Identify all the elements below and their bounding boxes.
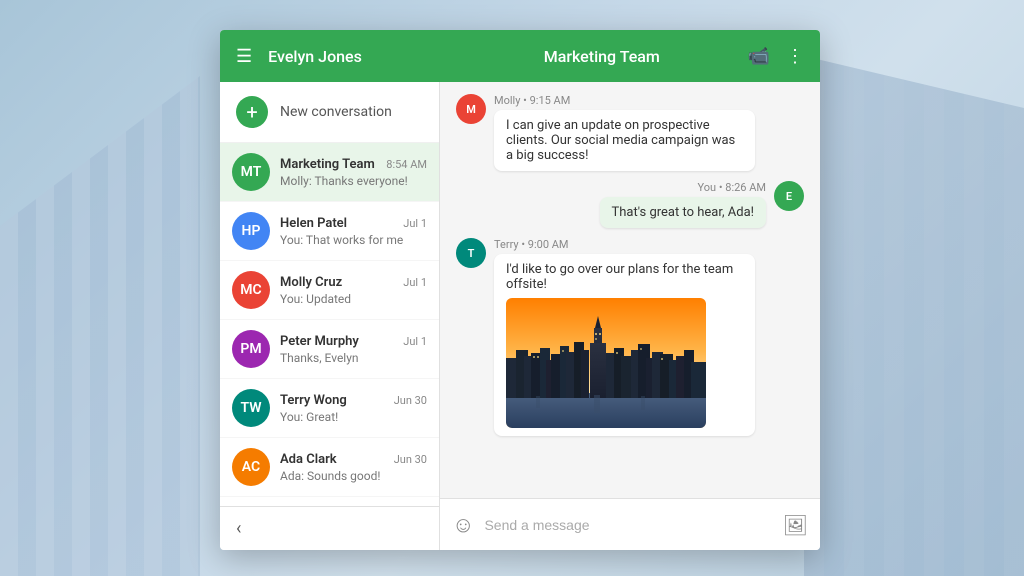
conv-name: Terry Wong [280,393,347,408]
conv-avatar-marketing-team: MT [232,153,270,191]
sidebar-back-button[interactable]: ‹ [220,506,439,550]
new-conv-plus-icon: + [236,96,268,128]
app-window: ☰ Evelyn Jones Marketing Team 📹 ⋮ + New … [220,30,820,550]
conv-item-helen-patel[interactable]: HP Helen Patel Jul 1 You: That works for… [220,202,439,261]
conv-time: 8:54 AM [386,158,427,171]
conv-time: Jul 1 [403,335,427,348]
new-conversation-button[interactable]: + New conversation [220,82,439,143]
msg-bubble-1: I can give an update on prospective clie… [494,110,755,171]
conv-time: Jul 1 [403,276,427,289]
app-header: ☰ Evelyn Jones Marketing Team 📹 ⋮ [220,30,820,82]
conv-item-molly-cruz[interactable]: MC Molly Cruz Jul 1 You: Updated [220,261,439,320]
conv-preview: You: Updated [280,292,427,306]
image-attach-button[interactable]: 🖼 [783,513,808,537]
msg-avatar-you: E [774,181,804,211]
conv-info-peter-murphy: Peter Murphy Jul 1 Thanks, Evelyn [280,334,427,365]
header-right: 📹 ⋮ [748,46,804,67]
msg-sender-time-3: Terry • 9:00 AM [494,238,755,251]
conv-name: Marketing Team [280,157,375,172]
conv-info-ada-clark: Ada Clark Jun 30 Ada: Sounds good! [280,452,427,483]
conv-name: Helen Patel [280,216,347,231]
chat-area: M Molly • 9:15 AM I can give an update o… [440,82,820,550]
msg-avatar-terry: T [456,238,486,268]
conv-preview: Ada: Sounds good! [280,469,427,483]
conv-avatar-ada-clark: AC [232,448,270,486]
conv-item-marketing-team[interactable]: MT Marketing Team 8:54 AM Molly: Thanks … [220,143,439,202]
nyc-skyline-svg [506,298,706,428]
msg-content-2: You • 8:26 AM That's great to hear, Ada! [600,181,767,228]
conv-item-ada-clark[interactable]: AC Ada Clark Jun 30 Ada: Sounds good! [220,438,439,497]
conv-avatar-peter-murphy: PM [232,330,270,368]
conv-preview: You: Great! [280,410,427,424]
emoji-button[interactable]: ☺ [452,512,474,538]
msg-sender-time-2: You • 8:26 AM [600,181,767,194]
back-arrow-icon: ‹ [236,518,241,539]
msg-image-nyc [506,298,706,428]
messages-list: M Molly • 9:15 AM I can give an update o… [440,82,820,498]
conv-time: Jul 1 [403,217,427,230]
conv-info-terry-wong: Terry Wong Jun 30 You: Great! [280,393,427,424]
chat-input-bar: ☺ 🖼 [440,498,820,550]
msg-bubble-2: That's great to hear, Ada! [600,197,767,228]
msg-content-1: Molly • 9:15 AM I can give an update on … [494,94,755,171]
conv-name: Ada Clark [280,452,337,467]
msg-avatar-molly: M [456,94,486,124]
more-options-icon[interactable]: ⋮ [786,46,804,67]
conv-avatar-helen-patel: HP [232,212,270,250]
conv-item-terry-wong[interactable]: TW Terry Wong Jun 30 You: Great! [220,379,439,438]
conv-preview: Thanks, Evelyn [280,351,427,365]
new-conv-label: New conversation [280,104,392,120]
conv-name: Peter Murphy [280,334,359,349]
msg-sender-time-1: Molly • 9:15 AM [494,94,755,107]
sidebar: + New conversation MT Marketing Team 8:5… [220,82,440,550]
conv-avatar-terry-wong: TW [232,389,270,427]
msg-content-3: Terry • 9:00 AM I'd like to go over our … [494,238,755,436]
conv-preview: Molly: Thanks everyone! [280,174,427,188]
conv-info-marketing-team: Marketing Team 8:54 AM Molly: Thanks eve… [280,157,427,188]
message-row-3: T Terry • 9:00 AM I'd like to go over ou… [456,238,804,436]
conv-item-peter-murphy[interactable]: PM Peter Murphy Jul 1 Thanks, Evelyn [220,320,439,379]
conv-time: Jun 30 [394,453,427,466]
conv-name: Molly Cruz [280,275,342,290]
message-input[interactable] [484,517,772,533]
header-left: ☰ Evelyn Jones [236,46,456,67]
conv-item-gary-anderson[interactable]: GA Gary Anderson Jun 30 You: Great! [220,497,439,506]
app-body: + New conversation MT Marketing Team 8:5… [220,82,820,550]
conversation-list: MT Marketing Team 8:54 AM Molly: Thanks … [220,143,439,506]
conv-preview: You: That works for me [280,233,427,247]
header-center: Marketing Team [456,47,748,66]
msg-bubble-3: I'd like to go over our plans for the te… [494,254,755,436]
conv-info-helen-patel: Helen Patel Jul 1 You: That works for me [280,216,427,247]
conv-time: Jun 30 [394,394,427,407]
menu-icon[interactable]: ☰ [236,46,252,67]
message-row-2: E You • 8:26 AM That's great to hear, Ad… [456,181,804,228]
message-row-1: M Molly • 9:15 AM I can give an update o… [456,94,804,171]
conv-info-molly-cruz: Molly Cruz Jul 1 You: Updated [280,275,427,306]
header-user-name: Evelyn Jones [268,47,362,66]
header-chat-name: Marketing Team [544,47,660,66]
video-call-icon[interactable]: 📹 [748,46,770,67]
conv-avatar-molly-cruz: MC [232,271,270,309]
